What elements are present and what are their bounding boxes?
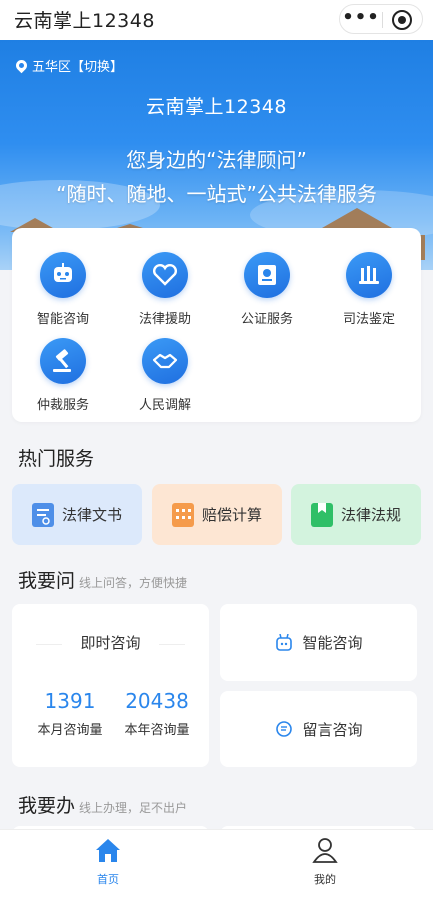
heart-icon: [142, 252, 188, 298]
robot-icon: [274, 633, 294, 652]
service-judicial-appraisal[interactable]: 司法鉴定: [318, 252, 420, 327]
service-arbitration[interactable]: 仲裁服务: [12, 338, 114, 413]
banner-title: 云南掌上12348: [146, 96, 287, 118]
banner-slogan-line1: 您身边的“法律顾问”: [126, 148, 307, 172]
message-bubble-icon: [274, 720, 294, 738]
robot-icon: [40, 252, 86, 298]
service-label: 人民调解: [138, 398, 191, 413]
hot-laws-regulations[interactable]: 法律法规: [291, 484, 421, 545]
do-section-subtitle: 线上办理，足不出户: [79, 801, 188, 815]
instant-consult-title: 即时咨询: [80, 634, 141, 652]
app-title: 云南掌上12348: [14, 10, 155, 32]
mini-program-capsule: •••: [339, 4, 423, 34]
book-icon: [310, 502, 333, 527]
ask-section-title: 我要问: [18, 570, 76, 592]
month-consult-label: 本月咨询量: [37, 723, 103, 738]
year-consult-label: 本年咨询量: [124, 723, 190, 738]
tab-home[interactable]: 首页: [68, 836, 148, 887]
location-label: 五华区【切换】: [32, 60, 124, 75]
hot-services-title: 热门服务: [18, 448, 95, 470]
location-switcher[interactable]: 五华区【切换】: [13, 56, 124, 75]
user-profile-icon: [312, 838, 338, 863]
handshake-icon: [142, 338, 188, 384]
service-notary[interactable]: 公证服务: [216, 252, 318, 327]
service-smart-consult[interactable]: 智能咨询: [12, 252, 114, 327]
ask-section-subtitle: 线上问答，方便快捷: [79, 576, 188, 590]
service-legal-aid[interactable]: 法律援助: [114, 252, 216, 327]
service-grid-card: 智能咨询 法律援助 公证服务 司法鉴定 仲裁服务 人民调解: [12, 228, 421, 422]
message-consult-card[interactable]: 留言咨询: [220, 691, 417, 767]
close-target-icon[interactable]: [392, 10, 412, 30]
do-section-title: 我要办: [18, 795, 76, 817]
lab-flask-icon: [346, 252, 392, 298]
tab-mine-label: 我的: [314, 873, 336, 886]
service-mediation[interactable]: 人民调解: [114, 338, 216, 413]
do-section-header: 我要办 线上办理，足不出户: [18, 791, 187, 818]
calculator-icon: [171, 502, 194, 527]
service-label: 智能咨询: [36, 312, 89, 327]
hot-compensation-calculator[interactable]: 赔偿计算: [152, 484, 282, 545]
home-icon: [96, 839, 120, 862]
service-label: 公证服务: [240, 312, 293, 327]
smart-consult-card[interactable]: 智能咨询: [220, 604, 417, 681]
gavel-icon: [40, 338, 86, 384]
more-menu-button[interactable]: •••: [340, 5, 382, 33]
message-consult-label: 留言咨询: [302, 720, 363, 739]
capsule-divider: [382, 12, 383, 28]
instant-consult-card[interactable]: 即时咨询 1391 20438 本月咨询量 本年咨询量: [12, 604, 209, 767]
notary-seal-icon: [244, 252, 290, 298]
tab-home-label: 首页: [97, 873, 119, 886]
ask-section-header: 我要问 线上问答，方便快捷: [18, 566, 187, 593]
hot-service-label: 法律法规: [340, 506, 401, 524]
tab-mine[interactable]: 我的: [285, 836, 365, 887]
hot-legal-documents[interactable]: 法律文书: [12, 484, 142, 545]
document-icon: [31, 502, 54, 527]
bottom-tab-bar: 首页 我的: [0, 829, 433, 898]
year-consult-count: 20438: [125, 689, 189, 713]
hot-service-label: 赔偿计算: [201, 506, 262, 524]
smart-consult-label: 智能咨询: [302, 634, 363, 652]
location-pin-icon: [13, 57, 30, 74]
divider-line: [159, 644, 185, 645]
service-label: 法律援助: [138, 312, 191, 327]
service-label: 仲裁服务: [36, 398, 89, 413]
hot-service-label: 法律文书: [61, 506, 122, 524]
top-nav-bar: 云南掌上12348 •••: [0, 0, 433, 40]
service-label: 司法鉴定: [342, 312, 395, 327]
month-consult-count: 1391: [44, 689, 96, 713]
